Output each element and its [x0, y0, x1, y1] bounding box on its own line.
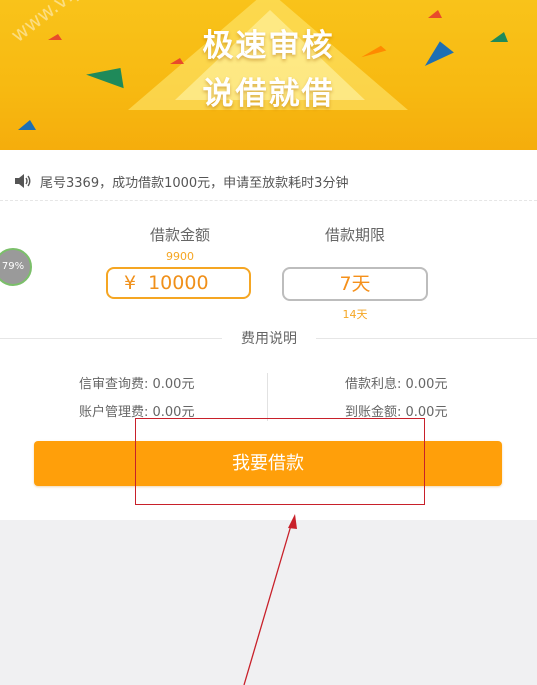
annotation-arrow	[243, 514, 297, 685]
